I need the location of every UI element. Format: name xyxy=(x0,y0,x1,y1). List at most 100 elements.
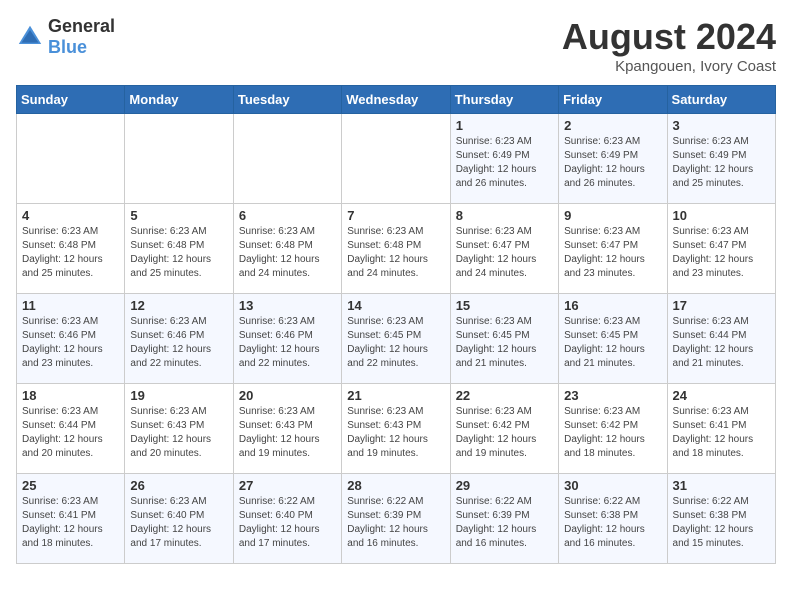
calendar-cell: 24Sunrise: 6:23 AM Sunset: 6:41 PM Dayli… xyxy=(667,384,775,474)
logo-blue: Blue xyxy=(48,37,87,57)
day-number: 2 xyxy=(564,118,661,133)
calendar-body: 1Sunrise: 6:23 AM Sunset: 6:49 PM Daylig… xyxy=(17,114,776,564)
calendar-cell: 22 Sunrise: 6:23 AM Sunset: 6:42 PM Dayli… xyxy=(450,384,558,474)
calendar-cell: 7 Sunrise: 6:23 AM Sunset: 6:48 PM Daylig… xyxy=(342,204,450,294)
day-info: Sunrise: 6:23 AM Sunset: 6:46 PM Dayligh… xyxy=(22,315,119,371)
weekday-tuesday: Tuesday xyxy=(233,86,341,114)
calendar-cell: 19 Sunrise: 6:23 AM Sunset: 6:43 PM Dayli… xyxy=(125,384,233,474)
weekday-sunday: Sunday xyxy=(17,86,125,114)
day-info: Sunrise: 6:23 AM Sunset: 6:46 PM Dayligh… xyxy=(130,315,227,371)
calendar-cell: 9 Sunrise: 6:23 AM Sunset: 6:47 PM Daylig… xyxy=(559,204,667,294)
calendar-cell: 10Sunrise: 6:23 AM Sunset: 6:47 PM Dayli… xyxy=(667,204,775,294)
day-number: 7 xyxy=(347,208,444,223)
logo: General Blue xyxy=(16,16,115,58)
calendar-cell: 12Sunrise: 6:23 AM Sunset: 6:46 PM Dayli… xyxy=(125,294,233,384)
calendar-table: SundayMondayTuesdayWednesdayThursdayFrid… xyxy=(16,85,776,564)
day-number: 5 xyxy=(130,208,227,223)
calendar-cell: 1Sunrise: 6:23 AM Sunset: 6:49 PM Daylig… xyxy=(450,114,558,204)
day-number: 27 xyxy=(239,478,336,493)
day-number: 28 xyxy=(347,478,444,493)
day-info: Sunrise: 6:23 AM Sunset: 6:48 PM Dayligh… xyxy=(347,225,444,281)
calendar-cell: 21 Sunrise: 6:23 AM Sunset: 6:43 PM Dayli… xyxy=(342,384,450,474)
day-number: 3 xyxy=(673,118,770,133)
day-number: 31 xyxy=(673,478,770,493)
day-info: Sunrise: 6:22 AM Sunset: 6:39 PM Dayligh… xyxy=(456,495,553,551)
day-info: Sunrise: 6:23 AM Sunset: 6:48 PM Dayligh… xyxy=(130,225,227,281)
day-number: 30 xyxy=(564,478,661,493)
calendar-cell: 6Sunrise: 6:23 AM Sunset: 6:48 PM Daylig… xyxy=(233,204,341,294)
day-info: Sunrise: 6:23 AM Sunset: 6:40 PM Dayligh… xyxy=(130,495,227,551)
day-info: Sunrise: 6:23 AM Sunset: 6:47 PM Dayligh… xyxy=(673,225,770,281)
calendar-cell xyxy=(233,114,341,204)
calendar-week-1: 1Sunrise: 6:23 AM Sunset: 6:49 PM Daylig… xyxy=(17,114,776,204)
day-number: 21 xyxy=(347,388,444,403)
day-info: Sunrise: 6:23 AM Sunset: 6:45 PM Dayligh… xyxy=(564,315,661,371)
day-info: Sunrise: 6:22 AM Sunset: 6:40 PM Dayligh… xyxy=(239,495,336,551)
day-number: 20 xyxy=(239,388,336,403)
day-info: Sunrise: 6:23 AM Sunset: 6:43 PM Dayligh… xyxy=(130,405,227,461)
day-info: Sunrise: 6:23 AM Sunset: 6:43 PM Dayligh… xyxy=(347,405,444,461)
calendar-cell: 29 Sunrise: 6:22 AM Sunset: 6:39 PM Dayli… xyxy=(450,474,558,564)
day-info: Sunrise: 6:23 AM Sunset: 6:43 PM Dayligh… xyxy=(239,405,336,461)
calendar-cell xyxy=(125,114,233,204)
day-number: 19 xyxy=(130,388,227,403)
day-info: Sunrise: 6:23 AM Sunset: 6:48 PM Dayligh… xyxy=(22,225,119,281)
day-info: Sunrise: 6:23 AM Sunset: 6:45 PM Dayligh… xyxy=(347,315,444,371)
weekday-row: SundayMondayTuesdayWednesdayThursdayFrid… xyxy=(17,86,776,114)
day-number: 24 xyxy=(673,388,770,403)
logo-icon xyxy=(16,23,44,51)
day-number: 15 xyxy=(456,298,553,313)
calendar-cell: 27 Sunrise: 6:22 AM Sunset: 6:40 PM Dayli… xyxy=(233,474,341,564)
day-info: Sunrise: 6:23 AM Sunset: 6:45 PM Dayligh… xyxy=(456,315,553,371)
day-number: 26 xyxy=(130,478,227,493)
day-number: 13 xyxy=(239,298,336,313)
day-number: 9 xyxy=(564,208,661,223)
day-info: Sunrise: 6:23 AM Sunset: 6:44 PM Dayligh… xyxy=(673,315,770,371)
calendar-cell: 20 Sunrise: 6:23 AM Sunset: 6:43 PM Dayli… xyxy=(233,384,341,474)
weekday-monday: Monday xyxy=(125,86,233,114)
day-number: 18 xyxy=(22,388,119,403)
day-info: Sunrise: 6:22 AM Sunset: 6:38 PM Dayligh… xyxy=(564,495,661,551)
day-info: Sunrise: 6:23 AM Sunset: 6:44 PM Dayligh… xyxy=(22,405,119,461)
calendar-cell: 4 Sunrise: 6:23 AM Sunset: 6:48 PM Daylig… xyxy=(17,204,125,294)
calendar-header: SundayMondayTuesdayWednesdayThursdayFrid… xyxy=(17,86,776,114)
calendar-week-4: 18 Sunrise: 6:23 AM Sunset: 6:44 PM Dayli… xyxy=(17,384,776,474)
day-number: 11 xyxy=(22,298,119,313)
day-number: 8 xyxy=(456,208,553,223)
calendar-cell: 18 Sunrise: 6:23 AM Sunset: 6:44 PM Dayli… xyxy=(17,384,125,474)
day-number: 17 xyxy=(673,298,770,313)
page-header: General Blue August 2024 Kpangouen, Ivor… xyxy=(16,16,776,75)
logo-general: General xyxy=(48,16,115,36)
calendar-cell: 25Sunrise: 6:23 AM Sunset: 6:41 PM Dayli… xyxy=(17,474,125,564)
day-number: 6 xyxy=(239,208,336,223)
calendar-cell: 26 Sunrise: 6:23 AM Sunset: 6:40 PM Dayli… xyxy=(125,474,233,564)
day-info: Sunrise: 6:23 AM Sunset: 6:42 PM Dayligh… xyxy=(564,405,661,461)
month-year: August 2024 xyxy=(562,16,776,58)
day-number: 16 xyxy=(564,298,661,313)
calendar-cell: 17 Sunrise: 6:23 AM Sunset: 6:44 PM Dayli… xyxy=(667,294,775,384)
title-block: August 2024 Kpangouen, Ivory Coast xyxy=(562,16,776,75)
day-info: Sunrise: 6:23 AM Sunset: 6:47 PM Dayligh… xyxy=(564,225,661,281)
calendar-cell: 31Sunrise: 6:22 AM Sunset: 6:38 PM Dayli… xyxy=(667,474,775,564)
weekday-friday: Friday xyxy=(559,86,667,114)
calendar-cell: 11 Sunrise: 6:23 AM Sunset: 6:46 PM Dayli… xyxy=(17,294,125,384)
day-info: Sunrise: 6:23 AM Sunset: 6:47 PM Dayligh… xyxy=(456,225,553,281)
day-info: Sunrise: 6:23 AM Sunset: 6:46 PM Dayligh… xyxy=(239,315,336,371)
calendar-cell: 16 Sunrise: 6:23 AM Sunset: 6:45 PM Dayli… xyxy=(559,294,667,384)
calendar-cell: 13 Sunrise: 6:23 AM Sunset: 6:46 PM Dayli… xyxy=(233,294,341,384)
calendar-cell: 2Sunrise: 6:23 AM Sunset: 6:49 PM Daylig… xyxy=(559,114,667,204)
day-info: Sunrise: 6:23 AM Sunset: 6:49 PM Dayligh… xyxy=(456,135,553,191)
day-number: 22 xyxy=(456,388,553,403)
day-info: Sunrise: 6:22 AM Sunset: 6:39 PM Dayligh… xyxy=(347,495,444,551)
calendar-cell: 30 Sunrise: 6:22 AM Sunset: 6:38 PM Dayli… xyxy=(559,474,667,564)
day-number: 25 xyxy=(22,478,119,493)
day-number: 4 xyxy=(22,208,119,223)
day-number: 29 xyxy=(456,478,553,493)
calendar-cell: 14 Sunrise: 6:23 AM Sunset: 6:45 PM Dayli… xyxy=(342,294,450,384)
calendar-week-3: 11 Sunrise: 6:23 AM Sunset: 6:46 PM Dayli… xyxy=(17,294,776,384)
calendar-cell xyxy=(17,114,125,204)
day-info: Sunrise: 6:23 AM Sunset: 6:42 PM Dayligh… xyxy=(456,405,553,461)
calendar-week-2: 4 Sunrise: 6:23 AM Sunset: 6:48 PM Daylig… xyxy=(17,204,776,294)
location: Kpangouen, Ivory Coast xyxy=(562,58,776,75)
day-number: 14 xyxy=(347,298,444,313)
